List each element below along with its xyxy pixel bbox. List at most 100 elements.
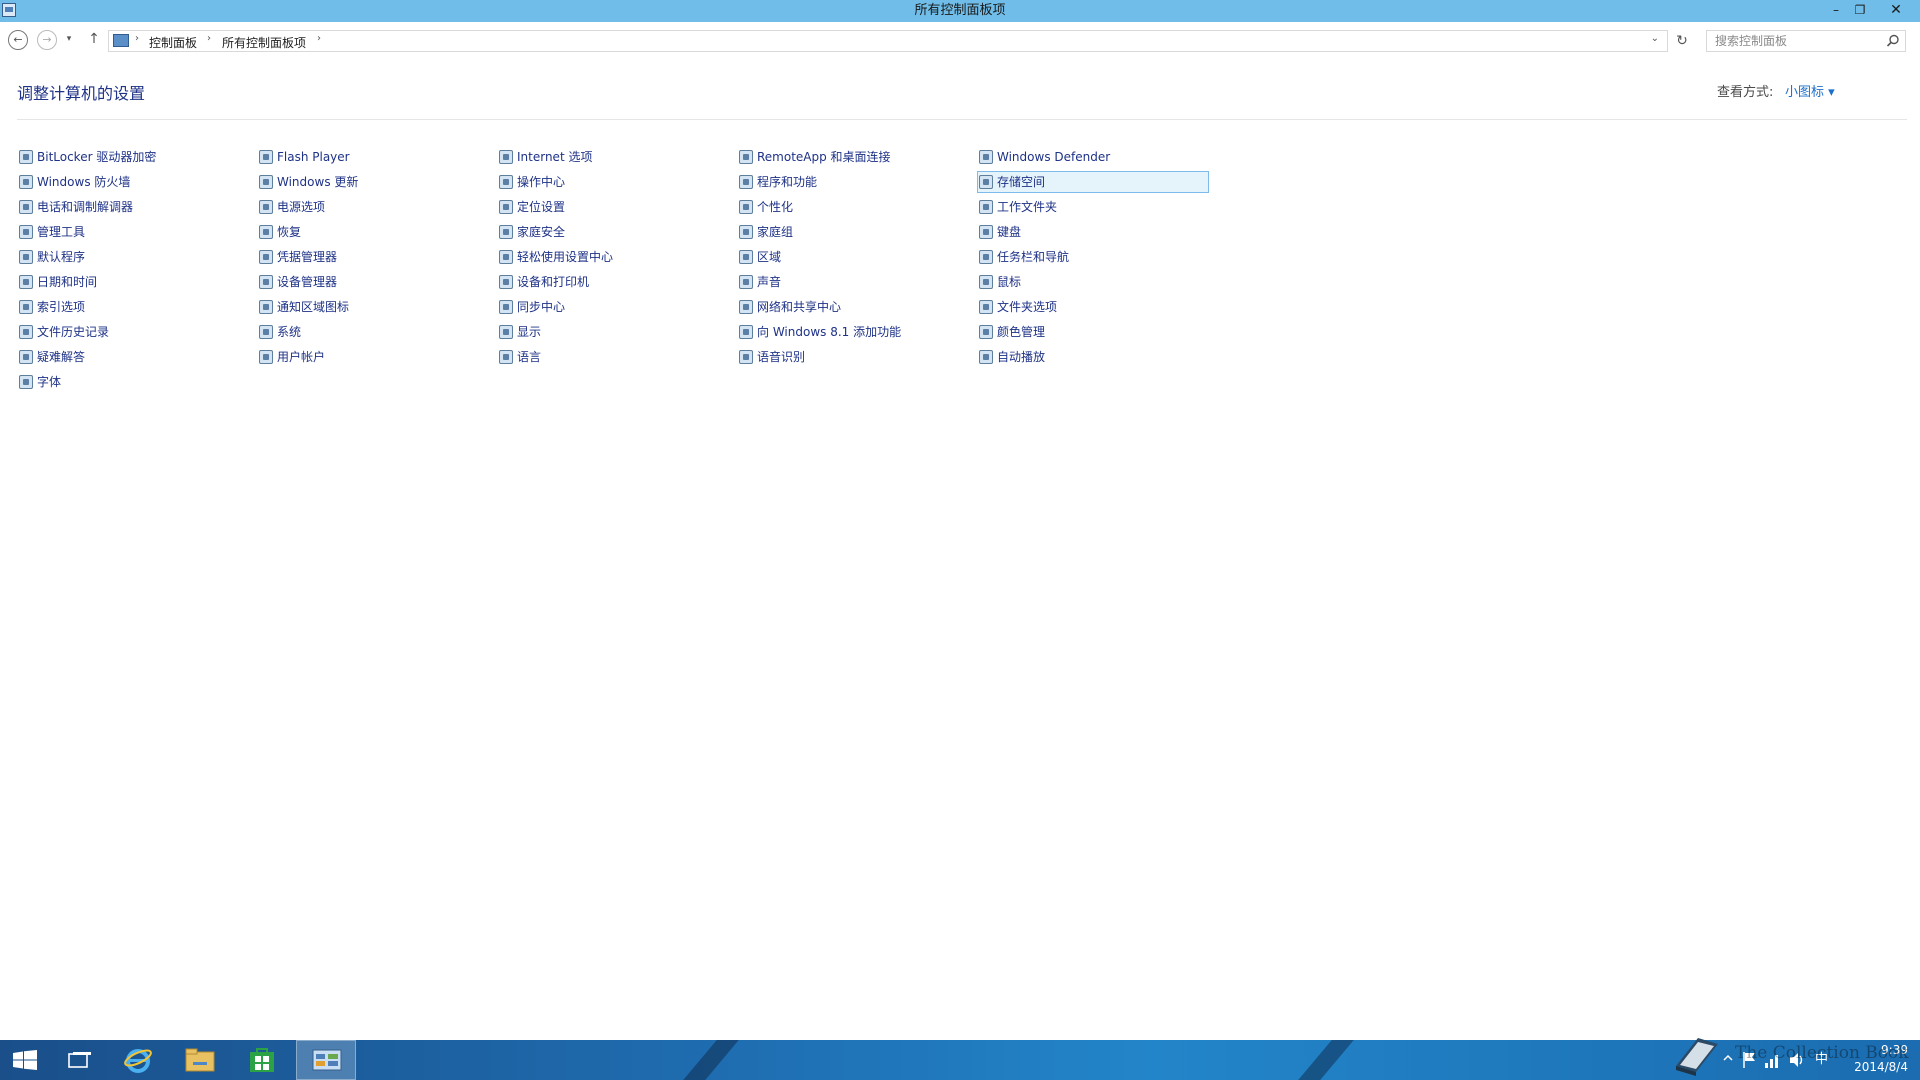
minimize-button[interactable]: – [1824, 0, 1848, 22]
control-panel-item[interactable]: 设备和打印机 [497, 271, 729, 293]
control-panel-item[interactable]: Internet 选项 [497, 146, 729, 168]
maximize-button[interactable]: ❐ [1848, 0, 1872, 22]
control-panel-item[interactable]: 通知区域图标 [257, 296, 489, 318]
control-panel-item[interactable]: 语音识别 [737, 346, 969, 368]
control-panel-item[interactable]: 键盘 [977, 221, 1209, 243]
control-panel-item[interactable]: 轻松使用设置中心 [497, 246, 729, 268]
control-panel-item[interactable]: 日期和时间 [17, 271, 249, 293]
search-icon[interactable] [1885, 33, 1901, 49]
up-button[interactable]: ↑ [84, 30, 104, 50]
breadcrumb-separator[interactable]: › [207, 33, 211, 44]
control-panel-item-label: Internet 选项 [517, 150, 593, 164]
file-explorer-button[interactable] [170, 1040, 230, 1080]
control-panel-item-icon [499, 225, 513, 239]
breadcrumb-control-panel[interactable]: 控制面板 [149, 34, 197, 51]
control-panel-item[interactable]: Windows 更新 [257, 171, 489, 193]
control-panel-item[interactable]: 电源选项 [257, 196, 489, 218]
control-panel-item-icon [979, 175, 993, 189]
control-panel-item-label: BitLocker 驱动器加密 [37, 150, 157, 164]
control-panel-item[interactable]: 用户帐户 [257, 346, 489, 368]
control-panel-item-label: 管理工具 [37, 225, 86, 239]
control-panel-item[interactable]: Windows Defender [977, 146, 1209, 168]
control-panel-item-label: 程序和功能 [757, 175, 818, 189]
control-panel-item[interactable]: 存储空间 [977, 171, 1209, 193]
control-panel-item[interactable]: 自动播放 [977, 346, 1209, 368]
control-panel-item[interactable]: 默认程序 [17, 246, 249, 268]
control-panel-item[interactable]: 工作文件夹 [977, 196, 1209, 218]
control-panel-item-icon [19, 350, 33, 364]
control-panel-item[interactable]: 设备管理器 [257, 271, 489, 293]
internet-explorer-button[interactable] [108, 1040, 168, 1080]
control-panel-item[interactable]: 任务栏和导航 [977, 246, 1209, 268]
control-panel-item-icon [499, 175, 513, 189]
control-panel-item[interactable]: 疑难解答 [17, 346, 249, 368]
control-panel-item-icon [979, 225, 993, 239]
control-panel-item-label: 用户帐户 [277, 350, 326, 364]
forward-button[interactable]: → [37, 30, 57, 50]
control-panel-item[interactable]: 字体 [17, 371, 249, 393]
close-button[interactable]: ✕ [1872, 0, 1920, 22]
control-panel-item[interactable]: 向 Windows 8.1 添加功能 [737, 321, 969, 343]
refresh-button[interactable]: ↻ [1672, 30, 1692, 52]
control-panel-item-icon [259, 325, 273, 339]
control-panel-item[interactable]: 语言 [497, 346, 729, 368]
control-panel-item[interactable]: 文件历史记录 [17, 321, 249, 343]
control-panel-item-label: 区域 [757, 250, 782, 264]
control-panel-item-label: 疑难解答 [37, 350, 86, 364]
control-panel-item[interactable]: 电话和调制解调器 [17, 196, 249, 218]
control-panel-item[interactable]: 家庭组 [737, 221, 969, 243]
control-panel-item-label: 显示 [517, 325, 542, 339]
control-panel-item[interactable]: 颜色管理 [977, 321, 1209, 343]
control-panel-item-icon [259, 150, 273, 164]
control-panel-item[interactable]: 显示 [497, 321, 729, 343]
breadcrumb-all-items[interactable]: 所有控制面板项 [222, 34, 306, 51]
control-panel-item[interactable]: BitLocker 驱动器加密 [17, 146, 249, 168]
control-panel-item-icon [739, 275, 753, 289]
control-panel-item[interactable]: 凭据管理器 [257, 246, 489, 268]
control-panel-item[interactable]: RemoteApp 和桌面连接 [737, 146, 969, 168]
control-panel-item-icon [739, 200, 753, 214]
recent-locations-button[interactable]: ▾ [63, 30, 75, 50]
control-panel-item[interactable]: 同步中心 [497, 296, 729, 318]
control-panel-item[interactable]: 家庭安全 [497, 221, 729, 243]
view-by-dropdown[interactable]: 小图标 ▾ [1785, 81, 1835, 100]
control-panel-item-icon [979, 325, 993, 339]
control-panel-item-icon [259, 350, 273, 364]
control-panel-item-icon [19, 175, 33, 189]
control-panel-item[interactable]: 操作中心 [497, 171, 729, 193]
control-panel-item[interactable]: 系统 [257, 321, 489, 343]
control-panel-item[interactable]: 网络和共享中心 [737, 296, 969, 318]
control-panel-item[interactable]: 定位设置 [497, 196, 729, 218]
control-panel-item-label: 个性化 [757, 200, 794, 214]
store-button[interactable] [232, 1040, 292, 1080]
control-panel-item-icon [739, 150, 753, 164]
control-panel-item[interactable]: 鼠标 [977, 271, 1209, 293]
control-panel-item[interactable]: 区域 [737, 246, 969, 268]
task-view-button[interactable] [50, 1040, 110, 1080]
control-panel-item[interactable]: 索引选项 [17, 296, 249, 318]
control-panel-item-icon [19, 150, 33, 164]
back-button[interactable]: ← [8, 30, 28, 50]
control-panel-item-icon [979, 250, 993, 264]
control-panel-item[interactable]: 个性化 [737, 196, 969, 218]
address-bar[interactable]: › 控制面板 › 所有控制面板项 › ⌄ [108, 30, 1668, 52]
control-panel-crumb-icon[interactable] [113, 34, 129, 47]
breadcrumb-separator[interactable]: › [317, 33, 321, 44]
control-panel-item[interactable]: 文件夹选项 [977, 296, 1209, 318]
control-panel-item[interactable]: 恢复 [257, 221, 489, 243]
control-panel-item-label: 语言 [517, 350, 542, 364]
control-panel-item[interactable]: Flash Player [257, 146, 489, 168]
control-panel-item-label: 颜色管理 [997, 325, 1046, 339]
control-panel-item[interactable]: 程序和功能 [737, 171, 969, 193]
search-input[interactable] [1706, 30, 1906, 52]
control-panel-item-icon [499, 200, 513, 214]
control-panel-item[interactable]: 管理工具 [17, 221, 249, 243]
control-panel-item[interactable]: Windows 防火墙 [17, 171, 249, 193]
breadcrumb-separator[interactable]: › [135, 33, 139, 44]
control-panel-item-icon [259, 300, 273, 314]
address-dropdown-icon[interactable]: ⌄ [1651, 33, 1659, 44]
control-panel-taskbar-button[interactable] [296, 1040, 356, 1080]
control-panel-item[interactable]: 声音 [737, 271, 969, 293]
control-panel-item-icon [19, 200, 33, 214]
control-panel-item-label: 通知区域图标 [277, 300, 350, 314]
